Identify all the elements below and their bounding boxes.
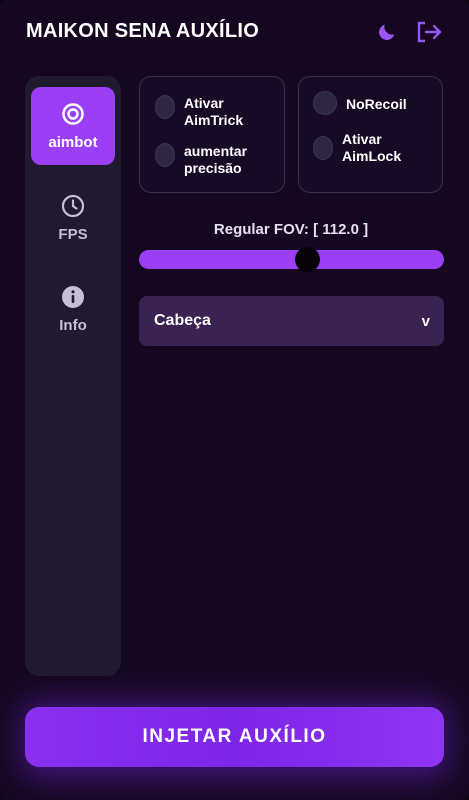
moon-icon[interactable] bbox=[376, 21, 398, 43]
sidebar-item-label: Info bbox=[59, 316, 87, 334]
logout-icon[interactable] bbox=[417, 21, 443, 43]
fov-slider[interactable] bbox=[139, 247, 444, 272]
option-norecoil[interactable]: NoRecoil bbox=[313, 91, 426, 115]
target-select[interactable]: Cabeça v bbox=[139, 296, 444, 346]
inject-button-label: INJETAR AUXÍLIO bbox=[142, 726, 327, 747]
option-aumentar-precisao[interactable]: aumentar precisão bbox=[155, 143, 264, 177]
chevron-down-icon: v bbox=[421, 313, 430, 330]
fov-slider-thumb[interactable] bbox=[295, 247, 321, 272]
aimtrick-toggle[interactable] bbox=[155, 95, 175, 119]
info-icon bbox=[62, 285, 84, 308]
option-ativar-aimlock[interactable]: Ativar AimLock bbox=[313, 131, 422, 165]
option-label: Ativar AimTrick bbox=[184, 95, 244, 128]
clock-icon bbox=[61, 194, 85, 217]
options-card-right: NoRecoil Ativar AimLock bbox=[298, 76, 443, 193]
app-title: MAIKON SENA AUXÍLIO bbox=[26, 20, 260, 42]
target-icon bbox=[62, 102, 84, 125]
inject-button[interactable]: INJETAR AUXÍLIO bbox=[25, 707, 444, 767]
precisao-toggle[interactable] bbox=[155, 143, 175, 167]
norecoil-toggle[interactable] bbox=[313, 91, 337, 115]
sidebar-item-fps[interactable]: FPS bbox=[31, 179, 115, 257]
sidebar-item-label: FPS bbox=[58, 225, 88, 243]
sidebar-item-info[interactable]: Info bbox=[31, 270, 115, 348]
options-card-left: Ativar AimTrick aumentar precisão bbox=[139, 76, 285, 193]
select-value: Cabeça bbox=[154, 312, 211, 329]
option-label: Ativar AimLock bbox=[342, 131, 402, 164]
option-label: aumentar precisão bbox=[184, 143, 248, 176]
app-window: MAIKON SENA AUXÍLIO aimbot FPS Info Ativ… bbox=[0, 0, 469, 800]
sidebar: aimbot FPS Info bbox=[25, 76, 121, 676]
option-ativar-aimtrick[interactable]: Ativar AimTrick bbox=[155, 95, 264, 129]
fov-label: Regular FOV: [ 112.0 ] bbox=[213, 221, 369, 238]
sidebar-item-aimbot[interactable]: aimbot bbox=[31, 87, 115, 165]
aimlock-toggle[interactable] bbox=[313, 136, 333, 160]
option-label: NoRecoil bbox=[346, 96, 407, 112]
sidebar-item-label: aimbot bbox=[48, 133, 98, 151]
